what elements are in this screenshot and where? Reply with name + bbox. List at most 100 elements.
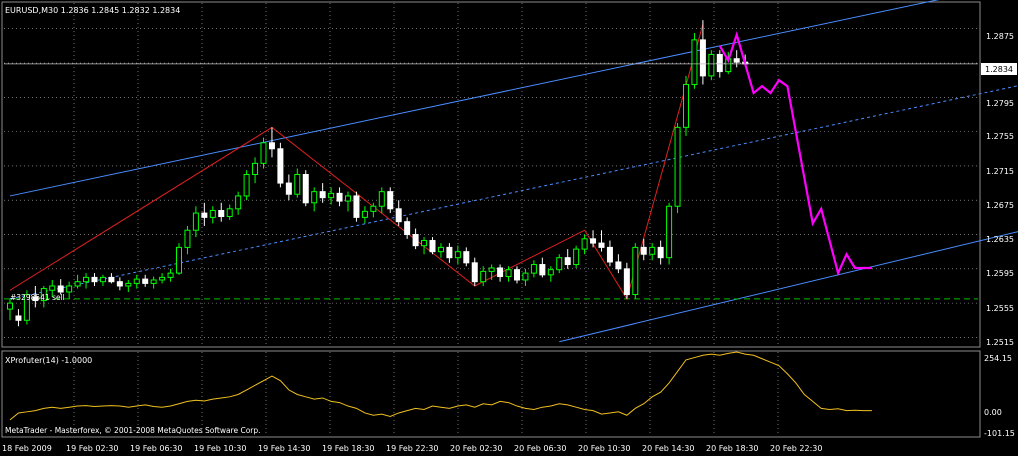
time-tick: 20 Feb 06:30 <box>514 444 566 453</box>
candle-body[interactable] <box>311 191 318 204</box>
candle-body[interactable] <box>57 285 64 293</box>
price-tick: 1.2515 <box>986 338 1014 347</box>
candle-body[interactable] <box>683 83 689 128</box>
candle-body[interactable] <box>556 257 563 271</box>
candle-body[interactable] <box>674 126 681 207</box>
candle-body[interactable] <box>733 58 740 63</box>
candle-body[interactable] <box>15 315 22 321</box>
candle-body[interactable] <box>666 205 673 259</box>
candle-body[interactable] <box>387 191 394 210</box>
time-tick: 19 Feb 10:30 <box>194 444 246 453</box>
time-tick: 20 Feb 14:30 <box>642 444 694 453</box>
candle-body[interactable] <box>116 281 123 287</box>
candle-body[interactable] <box>657 246 664 259</box>
candle-body[interactable] <box>361 210 368 218</box>
candle-body[interactable] <box>74 281 81 287</box>
candle-body[interactable] <box>404 221 411 236</box>
candle-body[interactable] <box>480 270 487 283</box>
candle-body[interactable] <box>99 276 106 283</box>
candle-body[interactable] <box>218 210 225 218</box>
candle-body[interactable] <box>91 276 98 283</box>
candle-body[interactable] <box>294 174 301 195</box>
candle-body[interactable] <box>226 208 233 218</box>
time-tick: 20 Feb 18:30 <box>706 444 758 453</box>
candle-body[interactable] <box>176 246 182 274</box>
candle-body[interactable] <box>606 246 613 263</box>
candle-body[interactable] <box>66 285 73 293</box>
candle-body[interactable] <box>302 174 309 204</box>
candle-body[interactable] <box>632 246 639 296</box>
candle-body[interactable] <box>581 238 588 250</box>
candle-body[interactable] <box>268 142 275 150</box>
candle-body[interactable] <box>446 246 453 259</box>
candle-body[interactable] <box>142 278 149 284</box>
candle-body[interactable] <box>615 261 622 270</box>
candle-body[interactable] <box>370 205 377 212</box>
candle-body[interactable] <box>640 246 647 255</box>
candle-body[interactable] <box>573 248 580 266</box>
candle-body[interactable] <box>260 142 267 164</box>
candle-body[interactable] <box>49 285 56 291</box>
candle-body[interactable] <box>7 302 13 310</box>
candle-body[interactable] <box>133 278 140 284</box>
price-tick: 1.2635 <box>986 235 1014 244</box>
indicator-tick: 254.15 <box>984 354 1012 363</box>
indicator-tick: -101.15 <box>984 429 1015 438</box>
candle-body[interactable] <box>471 262 478 283</box>
candle-body[interactable] <box>319 191 326 199</box>
candle-body[interactable] <box>412 234 419 247</box>
candle-body[interactable] <box>125 282 132 287</box>
candle-body[interactable] <box>336 192 343 202</box>
candle-body[interactable] <box>209 210 216 218</box>
candle-body[interactable] <box>421 240 428 247</box>
candle-body[interactable] <box>277 148 284 184</box>
candle-body[interactable] <box>598 242 605 248</box>
candle-body[interactable] <box>522 272 529 281</box>
order-label[interactable]: #3298541 sell <box>10 293 65 302</box>
time-tick: 19 Feb 06:30 <box>130 444 182 453</box>
candle-body[interactable] <box>514 269 520 281</box>
candle-body[interactable] <box>252 162 259 175</box>
candle-body[interactable] <box>108 276 115 283</box>
candle-body[interactable] <box>708 53 715 77</box>
candle-body[interactable] <box>167 272 174 278</box>
candle-body[interactable] <box>395 208 402 223</box>
candle-body[interactable] <box>328 192 335 199</box>
candle-body[interactable] <box>345 195 351 202</box>
candle-body[interactable] <box>649 246 656 255</box>
time-tick: 20 Feb 10:30 <box>578 444 630 453</box>
candle-body[interactable] <box>429 240 436 253</box>
candle-body[interactable] <box>192 212 199 231</box>
candle-body[interactable] <box>353 195 360 218</box>
candle-body[interactable] <box>235 195 242 210</box>
candle-body[interactable] <box>184 229 191 248</box>
candle-body[interactable] <box>505 269 512 278</box>
price-tick: 1.2555 <box>986 304 1014 313</box>
candle-body[interactable] <box>454 251 461 259</box>
current-price-value: 1.2834 <box>985 65 1013 74</box>
candle-body[interactable] <box>243 174 250 197</box>
candle-body[interactable] <box>691 39 698 85</box>
candle-body[interactable] <box>378 191 385 207</box>
chart-background <box>0 0 1018 456</box>
candle-body[interactable] <box>539 264 546 276</box>
candle-body[interactable] <box>159 276 166 281</box>
candle-body[interactable] <box>497 267 504 278</box>
candle-body[interactable] <box>547 269 554 276</box>
price-tick: 1.2755 <box>986 132 1014 141</box>
candle-body[interactable] <box>285 182 292 195</box>
candle-body[interactable] <box>201 212 208 218</box>
candle-body[interactable] <box>623 268 630 296</box>
candle-body[interactable] <box>564 257 571 266</box>
chart-canvas[interactable]: EURUSD,M30 1.2836 1.2845 1.2832 1.2834 #… <box>0 0 1018 456</box>
candle-body[interactable] <box>150 279 157 284</box>
candle-body[interactable] <box>83 276 90 283</box>
candle-body[interactable] <box>716 53 723 73</box>
candle-body[interactable] <box>437 246 444 253</box>
candle-body[interactable] <box>590 238 597 244</box>
time-tick: 19 Feb 18:30 <box>322 444 374 453</box>
candle-body[interactable] <box>530 264 537 274</box>
candle-body[interactable] <box>488 267 495 272</box>
candle-body[interactable] <box>699 39 706 77</box>
candle-body[interactable] <box>463 251 470 264</box>
